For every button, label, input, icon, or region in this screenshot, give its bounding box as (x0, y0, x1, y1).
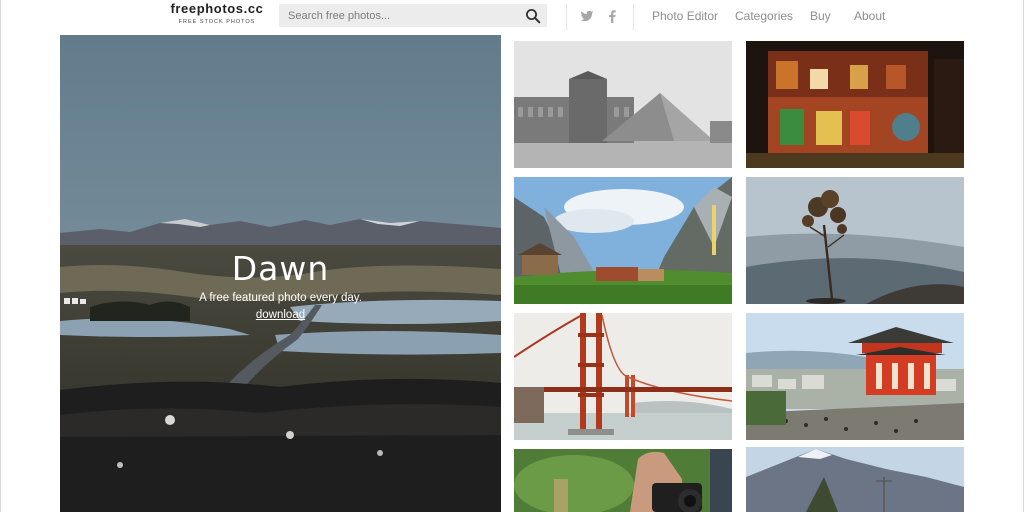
photo-thumbnail[interactable] (514, 449, 732, 512)
photo-thumbnail[interactable] (746, 41, 964, 168)
nav-photo-editor[interactable]: Photo Editor (652, 9, 718, 23)
nav-buy[interactable]: Buy (810, 9, 831, 23)
photo-thumbnail[interactable] (746, 177, 964, 304)
nav-categories[interactable]: Categories (735, 9, 793, 23)
tree-on-beach-image (746, 177, 964, 304)
search-input[interactable] (279, 4, 519, 27)
japanese-temple-image (746, 313, 964, 440)
hero-title: Dawn (231, 249, 330, 288)
photo-thumbnail[interactable] (514, 177, 732, 304)
facebook-icon[interactable] (605, 10, 619, 23)
twitter-icon[interactable] (580, 10, 594, 23)
download-link[interactable]: download (256, 309, 305, 321)
header-divider (633, 4, 634, 30)
hero-download-link: download (60, 309, 501, 321)
photo-thumbnail[interactable] (514, 313, 732, 440)
page-frame: freephotos.cc FREE STOCK PHOTOS Photo Ed… (0, 0, 1024, 512)
hero-subtitle: A free featured photo every day. (199, 292, 362, 304)
photo-thumbnail[interactable] (746, 447, 964, 512)
nav-about[interactable]: About (854, 9, 885, 23)
header-divider (566, 4, 567, 30)
featured-photo[interactable]: Dawn A free featured photo every day. do… (60, 35, 501, 512)
site-logo[interactable]: freephotos.cc FREE STOCK PHOTOS (169, 1, 265, 26)
photo-thumbnail[interactable] (514, 41, 732, 168)
top-header: freephotos.cc FREE STOCK PHOTOS Photo Ed… (1, 0, 1023, 34)
logo-name: freephotos.cc (170, 1, 264, 16)
colorful-building-image (746, 41, 964, 168)
golden-gate-bridge-image (514, 313, 732, 440)
snowy-mountain-image (746, 447, 964, 512)
photo-thumbnail[interactable] (746, 313, 964, 440)
search-icon[interactable] (525, 8, 541, 24)
logo-tagline: FREE STOCK PHOTOS (178, 19, 256, 25)
mountain-valley-image (514, 177, 732, 304)
camera-in-hands-image (514, 449, 732, 512)
louvre-pyramid-image (514, 41, 732, 168)
search-box (279, 4, 547, 27)
